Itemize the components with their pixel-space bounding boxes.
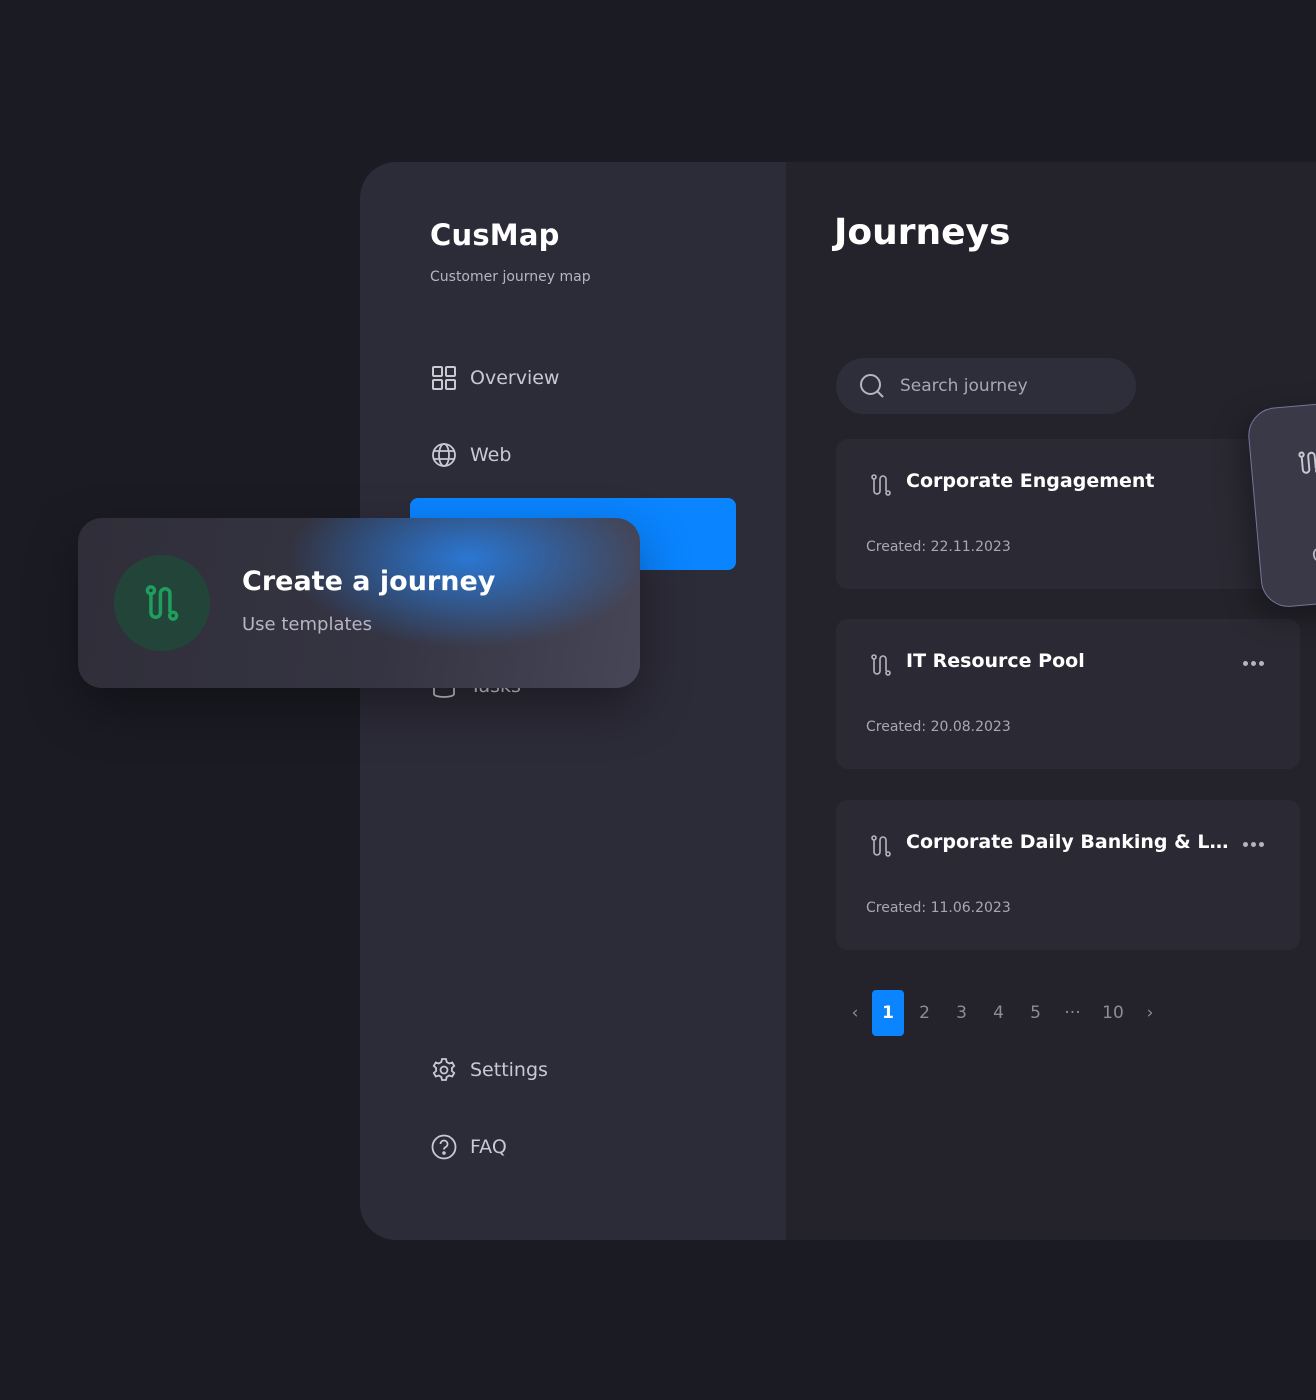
more-options-button[interactable] — [1239, 657, 1268, 670]
create-journey-icon-badge — [114, 555, 210, 651]
route-icon — [1298, 451, 1316, 474]
more-options-button[interactable] — [1239, 838, 1268, 851]
sidebar-item-settings[interactable]: Settings — [430, 1056, 548, 1084]
search-icon — [860, 374, 884, 398]
create-journey-card[interactable]: Create a journey Use templates — [78, 518, 640, 688]
route-icon — [871, 474, 891, 496]
sidebar-item-faq[interactable]: FAQ — [430, 1133, 507, 1161]
dot-icon — [1251, 842, 1256, 847]
journey-card[interactable]: Corporate Daily Banking & Len... Created… — [836, 800, 1300, 950]
globe-icon — [432, 443, 456, 467]
journey-card[interactable]: Corporate Engagement Created: 22.11.2023 — [836, 439, 1300, 589]
sidebar-item-label: Web — [470, 444, 512, 466]
sidebar-item-label: FAQ — [470, 1136, 507, 1158]
journey-card[interactable]: IT Resource Pool Created: 20.08.2023 — [836, 619, 1300, 769]
journey-title: Corporate Daily Banking & Len... — [906, 831, 1236, 853]
sidebar-item-label: Overview — [470, 367, 560, 389]
search-input[interactable] — [900, 376, 1120, 396]
page-button-2[interactable]: 2 — [906, 990, 943, 1036]
journey-created-date: Created: 22.11.2023 — [866, 539, 1011, 555]
create-journey-title: Create a journey — [242, 566, 496, 597]
dot-icon — [1259, 661, 1264, 666]
brand-subtitle: Customer journey map — [430, 269, 591, 285]
page-ellipsis: ··· — [1064, 1003, 1081, 1023]
page-button-1[interactable]: 1 — [872, 990, 904, 1036]
gear-icon — [432, 1058, 456, 1081]
sidebar-item-overview[interactable]: Overview — [430, 364, 559, 392]
dot-icon — [1259, 842, 1264, 847]
route-icon — [145, 585, 179, 621]
journey-created-date: Created: 20.08.2023 — [866, 719, 1011, 735]
help-icon — [431, 1134, 457, 1160]
sidebar-item-label: Settings — [470, 1059, 548, 1081]
grid-icon — [432, 366, 456, 390]
sidebar-item-web[interactable]: Web — [430, 441, 511, 469]
journey-created-date: Created: 11.06.2023 — [866, 900, 1011, 916]
page-button-10[interactable]: 10 — [1091, 990, 1135, 1036]
sidebar: CusMap Customer journey map Overview Web… — [360, 162, 786, 1240]
app-window: CusMap Customer journey map Overview Web… — [360, 162, 1316, 1240]
page-button-4[interactable]: 4 — [980, 990, 1017, 1036]
main-content: Journeys Corporate Engagement Created: 2… — [786, 162, 1316, 1240]
brand-title: CusMap — [430, 218, 560, 252]
create-journey-subtitle: Use templates — [242, 614, 372, 635]
pagination: ‹ 1 2 3 4 5 ··· 10 › — [840, 990, 1165, 1036]
prev-page-button[interactable]: ‹ — [840, 990, 870, 1036]
journey-title: IT Resource Pool — [906, 650, 1085, 672]
page-button-5[interactable]: 5 — [1017, 990, 1054, 1036]
search-bar[interactable] — [836, 358, 1136, 414]
dot-icon — [1251, 661, 1256, 666]
page-button-3[interactable]: 3 — [943, 990, 980, 1036]
next-page-button[interactable]: › — [1135, 990, 1165, 1036]
page-title: Journeys — [834, 212, 1011, 253]
dot-icon — [1243, 661, 1248, 666]
journey-title: Corporate Engagement — [906, 470, 1155, 492]
dot-icon — [1243, 842, 1248, 847]
route-icon — [871, 835, 891, 857]
route-icon — [871, 654, 891, 676]
dragged-card-date: Cr — [1311, 544, 1316, 567]
